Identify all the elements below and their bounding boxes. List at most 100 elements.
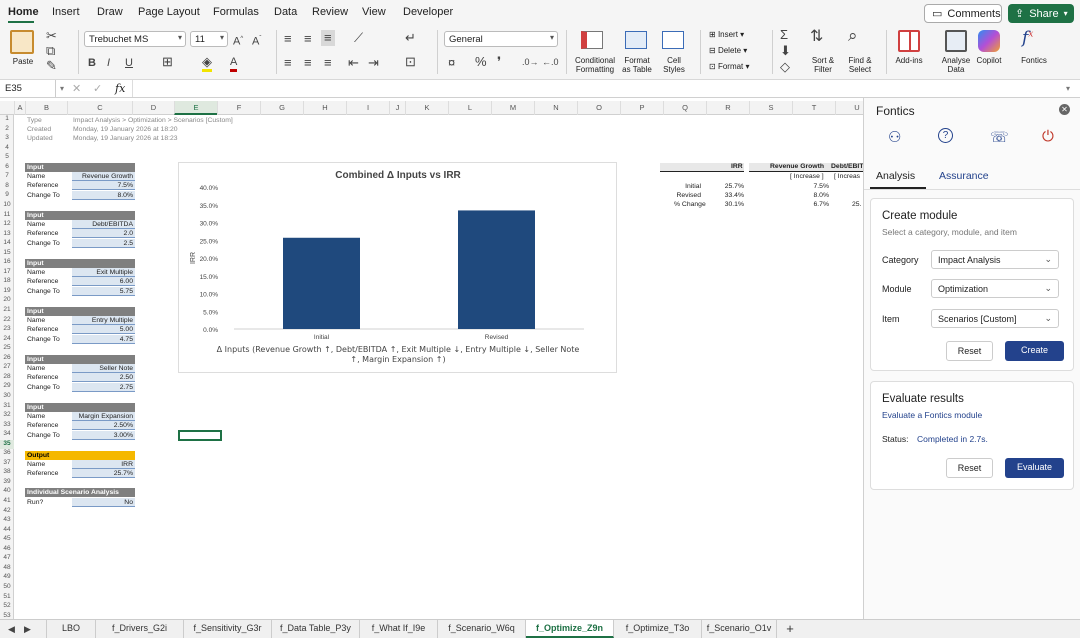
row-header-7[interactable]: 7 xyxy=(0,172,14,181)
row-header-48[interactable]: 48 xyxy=(0,564,14,573)
row-header-4[interactable]: 4 xyxy=(0,144,14,153)
function-icon[interactable]: fx xyxy=(115,82,125,95)
tab-insert[interactable]: Insert xyxy=(52,6,80,18)
conditional-formatting-icon[interactable] xyxy=(581,31,603,49)
input-name-cell[interactable]: Revenue Growth xyxy=(72,172,135,181)
category-select[interactable]: Impact Analysis ⌄ xyxy=(931,250,1059,269)
row-header-47[interactable]: 47 xyxy=(0,554,14,563)
format-painter-icon[interactable]: ✎ xyxy=(46,59,57,73)
align-left-icon[interactable]: ≡ xyxy=(284,56,292,70)
align-right-icon[interactable]: ≡ xyxy=(324,56,332,70)
fontics-icon[interactable]: fx xyxy=(1022,28,1033,48)
chevron-down-icon[interactable]: ▾ xyxy=(1066,82,1070,96)
addins-icon[interactable] xyxy=(898,30,920,52)
column-header-t[interactable]: T xyxy=(792,101,835,115)
row-header-42[interactable]: 42 xyxy=(0,507,14,516)
column-header-s[interactable]: S xyxy=(749,101,792,115)
align-middle-icon[interactable]: ≡ xyxy=(304,32,312,46)
phone-icon[interactable]: ☏ xyxy=(990,128,1009,146)
tab-analysis[interactable]: Analysis xyxy=(876,170,915,182)
power-icon[interactable]: ⏻ xyxy=(1042,128,1054,145)
row-header-51[interactable]: 51 xyxy=(0,593,14,602)
sheet-tab[interactable]: f_Optimize_Z9n xyxy=(526,620,614,638)
input-name-cell[interactable]: Entry Multiple xyxy=(72,316,135,325)
row-header-16[interactable]: 16 xyxy=(0,258,14,267)
fill-color-icon[interactable]: ◈ xyxy=(202,55,212,72)
row-header-5[interactable]: 5 xyxy=(0,153,14,162)
orientation-icon[interactable]: ⟋ xyxy=(354,31,363,45)
chevron-down-icon[interactable]: ▾ xyxy=(60,82,64,96)
column-header-f[interactable]: F xyxy=(217,101,260,115)
evaluate-button[interactable]: Evaluate xyxy=(1005,458,1064,478)
sheet-tab[interactable]: f_Sensitivity_G3r xyxy=(184,620,272,638)
column-header-h[interactable]: H xyxy=(303,101,346,115)
insert-cells-button[interactable]: ⊞ Insert ▾ xyxy=(709,30,744,39)
row-header-35[interactable]: 35 xyxy=(0,439,14,449)
row-header-10[interactable]: 10 xyxy=(0,201,14,210)
currency-icon[interactable]: ¤ xyxy=(448,56,455,70)
row-header-27[interactable]: 27 xyxy=(0,363,14,372)
name-box[interactable]: E35 xyxy=(0,80,56,97)
row-header-1[interactable]: 1 xyxy=(0,115,14,124)
sheet-tab[interactable]: f_Data Table_P3y xyxy=(272,620,360,638)
autosum-icon[interactable]: Σ xyxy=(780,28,788,42)
sheet-tab[interactable]: f_Scenario_W6q xyxy=(438,620,526,638)
row-header-41[interactable]: 41 xyxy=(0,497,14,506)
tab-draw[interactable]: Draw xyxy=(97,6,123,18)
row-header-52[interactable]: 52 xyxy=(0,602,14,611)
analyse-data-icon[interactable] xyxy=(945,30,967,52)
column-header-o[interactable]: O xyxy=(577,101,620,115)
row-header-49[interactable]: 49 xyxy=(0,573,14,582)
column-header-m[interactable]: M xyxy=(491,101,534,115)
cell-styles-button[interactable]: Cell Styles xyxy=(658,56,690,74)
tab-review[interactable]: Review xyxy=(312,6,348,18)
borders-icon[interactable]: ⊞ xyxy=(162,55,173,69)
row-header-39[interactable]: 39 xyxy=(0,478,14,487)
column-header-d[interactable]: D xyxy=(132,101,174,115)
find-select-button[interactable]: Find & Select xyxy=(843,56,877,74)
confirm-icon[interactable]: ✓ xyxy=(93,82,102,96)
row-header-29[interactable]: 29 xyxy=(0,382,14,391)
delete-cells-button[interactable]: ⊟ Delete ▾ xyxy=(709,46,747,55)
row-header-11[interactable]: 11 xyxy=(0,211,14,220)
row-header-18[interactable]: 18 xyxy=(0,277,14,286)
percent-icon[interactable]: % xyxy=(475,55,487,69)
row-header-12[interactable]: 12 xyxy=(0,220,14,229)
column-header-a[interactable]: A xyxy=(14,101,25,115)
column-header-i[interactable]: I xyxy=(346,101,389,115)
sort-filter-icon[interactable]: ⇅ xyxy=(810,29,823,45)
row-header-46[interactable]: 46 xyxy=(0,545,14,554)
underline-icon[interactable]: U xyxy=(125,56,133,70)
column-header-q[interactable]: Q xyxy=(663,101,706,115)
row-header-33[interactable]: 33 xyxy=(0,421,14,430)
align-top-icon[interactable]: ≡ xyxy=(284,32,292,46)
row-header-8[interactable]: 8 xyxy=(0,182,14,191)
row-header-24[interactable]: 24 xyxy=(0,335,14,344)
row-header-31[interactable]: 31 xyxy=(0,402,14,411)
input-change-cell[interactable]: 3.00% xyxy=(72,431,135,440)
prev-sheet-icon[interactable]: ◀ xyxy=(8,622,15,636)
help-icon[interactable]: ? xyxy=(938,128,953,143)
fill-icon[interactable]: ⬇ xyxy=(780,44,791,58)
column-header-b[interactable]: B xyxy=(25,101,67,115)
row-header-38[interactable]: 38 xyxy=(0,468,14,477)
row-header-14[interactable]: 14 xyxy=(0,239,14,248)
column-header-n[interactable]: N xyxy=(534,101,577,115)
column-header-c[interactable]: C xyxy=(67,101,132,115)
align-bottom-icon[interactable]: ≡ xyxy=(321,30,335,46)
next-sheet-icon[interactable]: ▶ xyxy=(24,622,31,636)
analyse-data-button[interactable]: Analyse Data xyxy=(938,56,974,74)
copilot-icon[interactable] xyxy=(978,30,1000,52)
close-icon[interactable]: ✕ xyxy=(1059,104,1070,115)
format-as-table-icon[interactable] xyxy=(625,31,647,49)
add-sheet-icon[interactable]: + xyxy=(777,620,803,638)
share-button[interactable]: ⇪ Share ▾ xyxy=(1008,4,1074,23)
module-select[interactable]: Optimization ⌄ xyxy=(931,279,1059,298)
cancel-icon[interactable]: ✕ xyxy=(72,82,81,96)
column-header-r[interactable]: R xyxy=(706,101,749,115)
output-ref-cell[interactable]: 25.7% xyxy=(72,469,135,478)
chart-combined-inputs-irr[interactable]: Combined Δ Inputs vs IRR 0.0% 5.0% 10.0% 15.… xyxy=(178,162,617,373)
comma-style-icon[interactable]: ❜ xyxy=(497,55,501,69)
tab-data[interactable]: Data xyxy=(274,6,297,18)
user-settings-icon[interactable]: ⚇ xyxy=(888,128,901,146)
